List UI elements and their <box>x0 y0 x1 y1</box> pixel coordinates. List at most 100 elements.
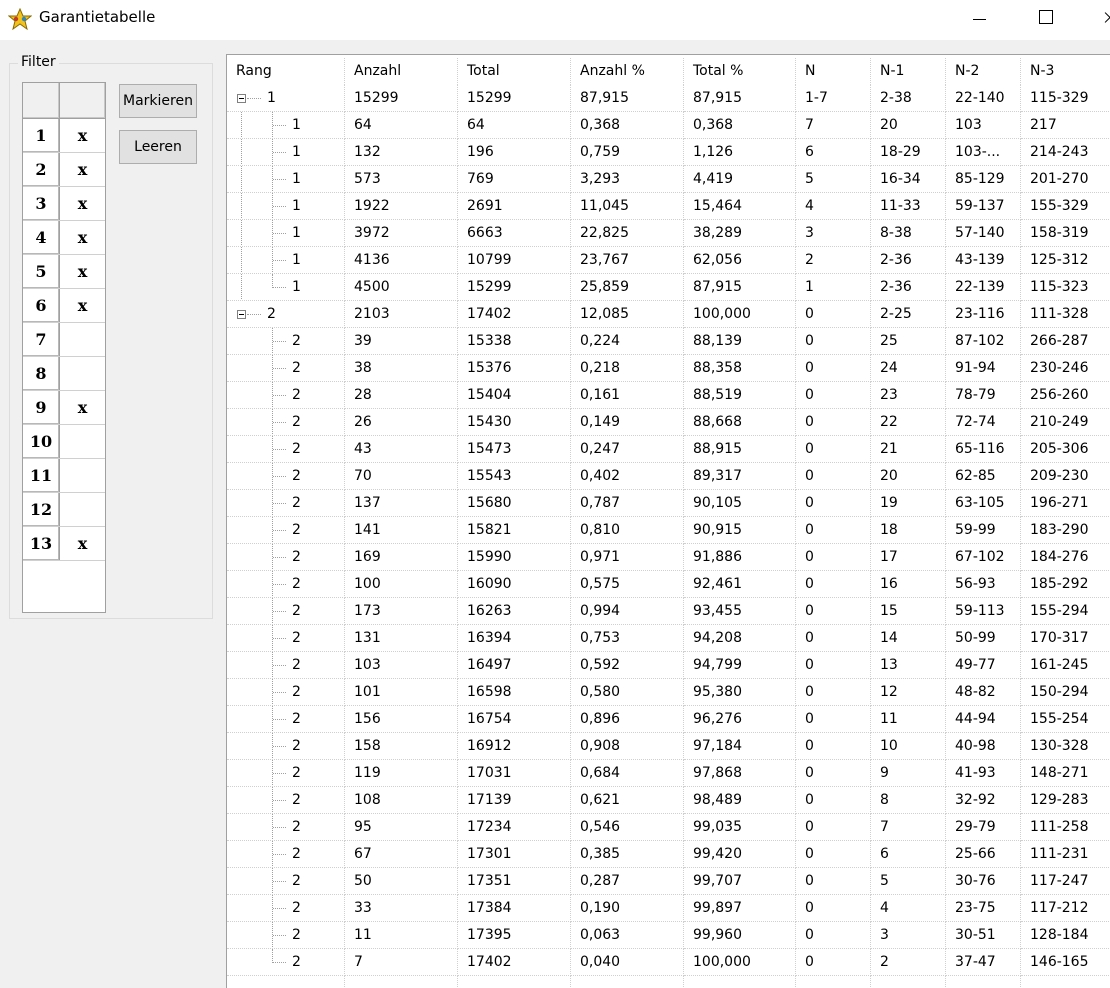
filter-row-value[interactable]: x <box>60 119 105 152</box>
tree-child-row[interactable]: 2 95 17234 0,546 99,035 0 7 29-79 111-258 <box>227 814 1110 841</box>
cell-anzahl-pct: 11,045 <box>571 193 684 220</box>
tree-child-row[interactable]: 2 100 16090 0,575 92,461 0 16 56-93 185-292 <box>227 571 1110 598</box>
tree-child-row[interactable]: 2 158 16912 0,908 97,184 0 10 40-98 130-328 <box>227 733 1110 760</box>
tree-child-row[interactable]: 2 50 17351 0,287 99,707 0 5 30-76 117-247 <box>227 868 1110 895</box>
close-button[interactable] <box>1098 7 1110 29</box>
filter-row[interactable]: 13 x <box>23 527 105 561</box>
column-header-n-3[interactable]: N-3 <box>1021 58 1110 85</box>
tree-child-row[interactable]: 1 1922 2691 11,045 15,464 4 11-33 59-137 155-329 <box>227 193 1110 220</box>
tree-child-row[interactable]: 2 141 15821 0,810 90,915 0 18 59-99 183-290 <box>227 517 1110 544</box>
tree-child-row[interactable]: 2 39 15338 0,224 88,139 0 25 87-102 266-287 <box>227 328 1110 355</box>
tree-child-row[interactable]: 2 38 15376 0,218 88,358 0 24 91-94 230-246 <box>227 355 1110 382</box>
filter-row-number[interactable]: 4 <box>23 221 60 254</box>
filter-row-value[interactable]: x <box>60 391 105 424</box>
filter-row[interactable]: 12 <box>23 493 105 527</box>
tree-child-row[interactable]: 2 131 16394 0,753 94,208 0 14 50-99 170-317 <box>227 625 1110 652</box>
tree-child-row[interactable]: 1 4136 10799 23,767 62,056 2 2-36 43-139 125-312 <box>227 247 1110 274</box>
collapse-toggle-icon[interactable] <box>237 94 246 103</box>
filter-row[interactable]: 10 <box>23 425 105 459</box>
filter-row[interactable]: 7 <box>23 323 105 357</box>
mark-button[interactable]: Markieren <box>119 84 197 118</box>
tree-child-row[interactable]: 2 70 15543 0,402 89,317 0 20 62-85 209-230 <box>227 463 1110 490</box>
tree-child-row[interactable]: 2 137 15680 0,787 90,105 0 19 63-105 196-271 <box>227 490 1110 517</box>
cell-total: 15404 <box>458 382 571 409</box>
tree-child-row[interactable]: 1 64 64 0,368 0,368 7 20 103 217 <box>227 112 1110 139</box>
column-header-n[interactable]: N <box>796 58 871 85</box>
filter-row-number[interactable]: 1 <box>23 119 60 152</box>
filter-row[interactable]: 5x <box>23 255 105 289</box>
filter-row-number[interactable]: 2 <box>23 153 60 186</box>
tree-child-row[interactable]: 2 26 15430 0,149 88,668 0 22 72-74 210-249 <box>227 409 1110 436</box>
filter-row-value[interactable] <box>60 357 105 390</box>
filter-row-value[interactable] <box>60 425 105 458</box>
tree-child-row[interactable]: 2 7 17402 0,040 100,000 0 2 37-47 146-165 <box>227 949 1110 976</box>
clear-button[interactable]: Leeren <box>119 130 197 164</box>
filter-row-number[interactable]: 12 <box>23 493 60 526</box>
collapse-toggle-icon[interactable] <box>237 310 246 319</box>
maximize-button[interactable] <box>1035 7 1057 29</box>
filter-row-number[interactable]: 8 <box>23 357 60 390</box>
filter-row-number[interactable]: 5 <box>23 255 60 288</box>
cell-n: 0 <box>796 409 871 436</box>
filter-row-number[interactable]: 11 <box>23 459 60 492</box>
filter-row[interactable]: 6x <box>23 289 105 323</box>
tree-child-row[interactable]: 1 4500 15299 25,859 87,915 1 2-36 22-139 115-323 <box>227 274 1110 301</box>
column-header-total[interactable]: Total <box>458 58 571 85</box>
filter-row-number[interactable]: 13 <box>23 527 60 560</box>
filter-row[interactable]: 3x <box>23 187 105 221</box>
filter-row[interactable]: 4x <box>23 221 105 255</box>
tree-child-row[interactable]: 2 156 16754 0,896 96,276 0 11 44-94 155-254 <box>227 706 1110 733</box>
guarantee-tree-table[interactable]: Rang Anzahl Total Anzahl % Total % N N-1… <box>226 54 1110 988</box>
filter-row-value[interactable]: x <box>60 289 105 322</box>
tree-parent-row[interactable]: 1 15299 15299 87,915 87,915 1-7 2-38 22-140 115-… <box>227 85 1110 112</box>
tree-child-row[interactable]: 2 103 16497 0,592 94,799 0 13 49-77 161-245 <box>227 652 1110 679</box>
filter-row-number[interactable]: 3 <box>23 187 60 220</box>
column-header-n-2[interactable]: N-2 <box>946 58 1021 85</box>
cell-total-pct: 90,915 <box>684 517 796 544</box>
tree-child-row[interactable]: 2 101 16598 0,580 95,380 0 12 48-82 150-294 <box>227 679 1110 706</box>
cell-rang: 2 <box>227 571 345 598</box>
filter-grid[interactable]: 1 x 2 x 3 x 4 x 5 x 6 x 7 8 9 x 10 11 12 13 x <box>22 82 106 613</box>
tree-child-row[interactable]: 2 173 16263 0,994 93,455 0 15 59-113 155-294 <box>227 598 1110 625</box>
filter-row[interactable]: 9x <box>23 391 105 425</box>
filter-row-value[interactable] <box>60 493 105 526</box>
tree-child-row[interactable]: 1 3972 6663 22,825 38,289 3 8-38 57-140 158-319 <box>227 220 1110 247</box>
column-header-n-1[interactable]: N-1 <box>871 58 946 85</box>
filter-row-number[interactable]: 9 <box>23 391 60 424</box>
tree-child-row[interactable]: 2 169 15990 0,971 91,886 0 17 67-102 184-276 <box>227 544 1110 571</box>
tree-child-row[interactable]: 1 573 769 3,293 4,419 5 16-34 85-129 201-270 <box>227 166 1110 193</box>
filter-row-value[interactable] <box>60 459 105 492</box>
filter-grid-header <box>23 83 105 119</box>
filter-row[interactable]: 8 <box>23 357 105 391</box>
minimize-button[interactable] <box>969 7 991 29</box>
tree-child-row[interactable]: 2 28 15404 0,161 88,519 0 23 78-79 256-260 <box>227 382 1110 409</box>
tree-child-row[interactable]: 2 108 17139 0,621 98,489 0 8 32-92 129-283 <box>227 787 1110 814</box>
column-header-total-pct[interactable]: Total % <box>684 58 796 85</box>
filter-row-value[interactable]: x <box>60 527 105 560</box>
tree-child-row[interactable]: 2 67 17301 0,385 99,420 0 6 25-66 111-231 <box>227 841 1110 868</box>
filter-row-value[interactable]: x <box>60 255 105 288</box>
tree-child-row[interactable]: 2 43 15473 0,247 88,915 0 21 65-116 205-306 <box>227 436 1110 463</box>
filter-row[interactable]: 11 <box>23 459 105 493</box>
column-header-rang[interactable]: Rang <box>227 58 345 85</box>
cell-anzahl: 95 <box>345 814 458 841</box>
filter-row-value[interactable]: x <box>60 153 105 186</box>
filter-row-number[interactable]: 7 <box>23 323 60 356</box>
filter-row-value[interactable]: x <box>60 187 105 220</box>
filter-row[interactable]: 2x <box>23 153 105 187</box>
filter-row-value[interactable]: x <box>60 221 105 254</box>
tree-child-row[interactable]: 2 119 17031 0,684 97,868 0 9 41-93 148-271 <box>227 760 1110 787</box>
filter-row-value[interactable] <box>60 323 105 356</box>
filter-row-number[interactable]: 10 <box>23 425 60 458</box>
cell-total-pct: 99,035 <box>684 814 796 841</box>
tree-child-row[interactable]: 2 11 17395 0,063 99,960 0 3 30-51 128-184 <box>227 922 1110 949</box>
tree-child-row[interactable]: 1 132 196 0,759 1,126 6 18-29 103-... 214-243 <box>227 139 1110 166</box>
column-header-anzahl-pct[interactable]: Anzahl % <box>571 58 684 85</box>
tree-child-row[interactable]: 2 33 17384 0,190 99,897 0 4 23-75 117-212 <box>227 895 1110 922</box>
cell-total: 16394 <box>458 625 571 652</box>
filter-row-number[interactable]: 6 <box>23 289 60 322</box>
cell-total: 16497 <box>458 652 571 679</box>
filter-row[interactable]: 1x <box>23 119 105 153</box>
tree-parent-row[interactable]: 2 2103 17402 12,085 100,000 0 2-25 23-116 111-32… <box>227 301 1110 328</box>
column-header-anzahl[interactable]: Anzahl <box>345 58 458 85</box>
